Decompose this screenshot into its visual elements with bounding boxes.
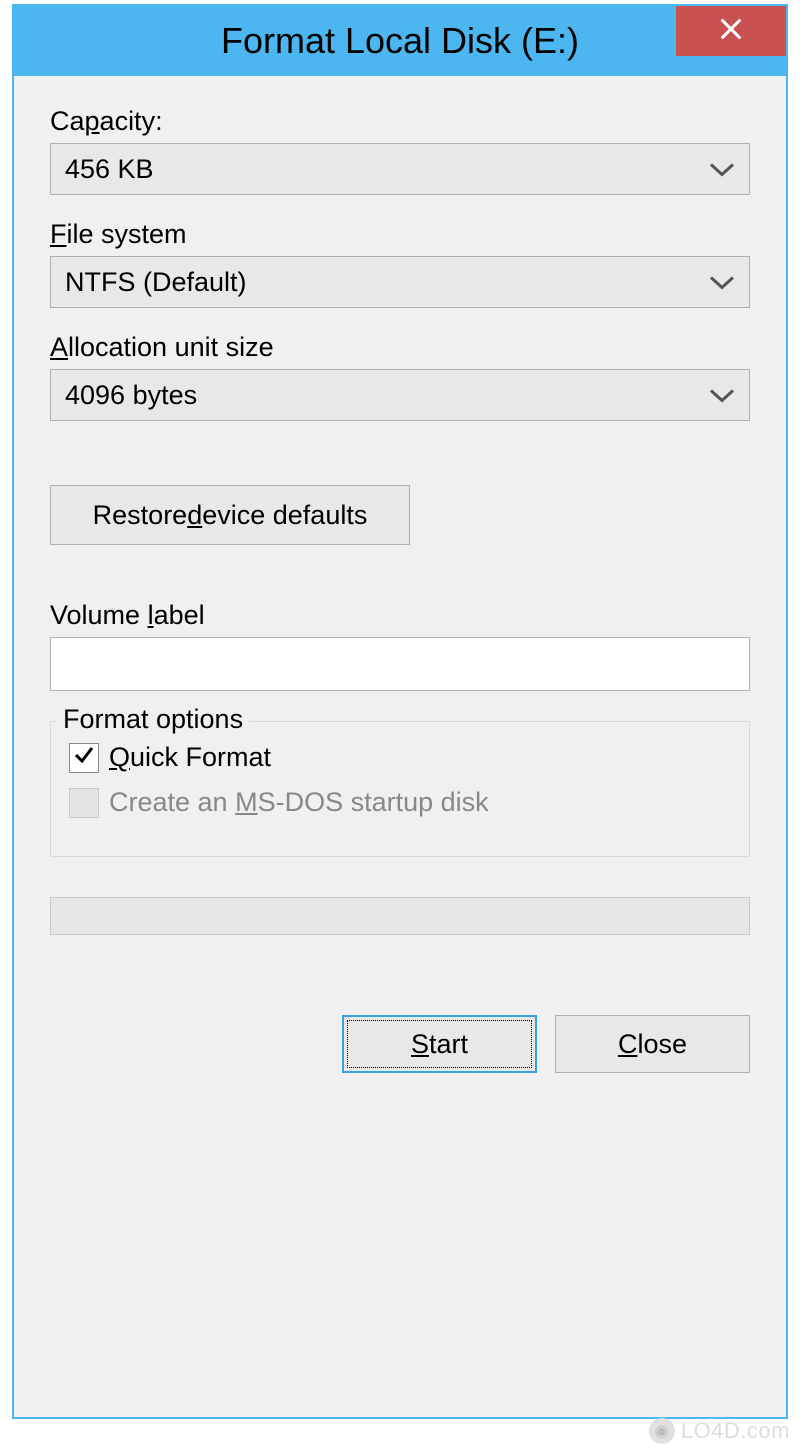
chevron-down-icon (709, 380, 735, 411)
start-button[interactable]: Start (342, 1015, 537, 1073)
format-options-group: Format options Quick Format Create an MS… (50, 721, 750, 857)
allocation-value: 4096 bytes (65, 380, 197, 411)
capacity-dropdown[interactable]: 456 KB (50, 143, 750, 195)
dialog-buttons: Start Close (50, 1015, 750, 1073)
window-title: Format Local Disk (E:) (221, 20, 579, 62)
client-area: Capacity: 456 KB File system NTFS (Defau… (14, 76, 786, 1417)
checkmark-icon (72, 743, 96, 772)
msdos-startup-checkbox (69, 788, 99, 818)
msdos-startup-label: Create an MS-DOS startup disk (109, 787, 489, 818)
quick-format-row[interactable]: Quick Format (69, 742, 731, 773)
close-icon (717, 15, 745, 48)
restore-defaults-button[interactable]: Restore device defaults (50, 485, 410, 545)
watermark: ◉ LO4D.com (649, 1418, 790, 1444)
close-window-button[interactable] (676, 6, 786, 56)
chevron-down-icon (709, 267, 735, 298)
format-options-legend: Format options (57, 704, 249, 735)
allocation-label: Allocation unit size (50, 332, 750, 363)
capacity-value: 456 KB (65, 154, 154, 185)
chevron-down-icon (709, 154, 735, 185)
volume-label-label: Volume label (50, 600, 750, 631)
globe-icon: ◉ (649, 1418, 675, 1444)
quick-format-checkbox[interactable] (69, 743, 99, 773)
filesystem-value: NTFS (Default) (65, 267, 247, 298)
titlebar: Format Local Disk (E:) (14, 6, 786, 76)
quick-format-label: Quick Format (109, 742, 271, 773)
filesystem-dropdown[interactable]: NTFS (Default) (50, 256, 750, 308)
close-button[interactable]: Close (555, 1015, 750, 1073)
format-dialog-window: Format Local Disk (E:) Capacity: 456 KB … (12, 4, 788, 1419)
volume-label-input[interactable] (50, 637, 750, 691)
msdos-startup-row: Create an MS-DOS startup disk (69, 787, 731, 818)
format-progress-bar (50, 897, 750, 935)
allocation-dropdown[interactable]: 4096 bytes (50, 369, 750, 421)
filesystem-label: File system (50, 219, 750, 250)
capacity-label: Capacity: (50, 106, 750, 137)
